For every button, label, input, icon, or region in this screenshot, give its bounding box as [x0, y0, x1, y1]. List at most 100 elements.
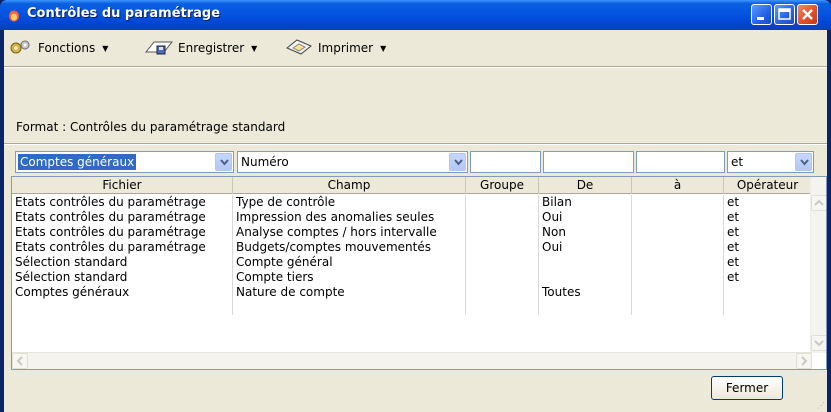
cell-a[interactable]	[632, 210, 724, 225]
cell-de[interactable]: Oui	[539, 240, 632, 255]
champ-select[interactable]: Numéro	[237, 151, 468, 173]
cell-a[interactable]	[632, 270, 724, 285]
header-champ[interactable]: Champ	[233, 177, 466, 194]
table-row[interactable]: Etats contrôles du paramétrage Type de co…	[12, 195, 812, 210]
header-de[interactable]: De	[539, 177, 632, 194]
de-input[interactable]	[543, 151, 634, 173]
cell-champ[interactable]: Analyse comptes / hors intervalle	[233, 225, 466, 240]
scroll-left-button[interactable]	[12, 353, 28, 369]
table-row[interactable]: Comptes généraux Nature de compte Toutes	[12, 285, 812, 300]
title-bar[interactable]: Contrôles du paramétrage	[0, 0, 831, 30]
cell-fichier[interactable]: Etats contrôles du paramétrage	[12, 225, 233, 240]
imprimer-label: Imprimer	[318, 41, 374, 55]
cell-champ[interactable]: Compte tiers	[233, 270, 466, 285]
cell-groupe[interactable]	[466, 255, 539, 270]
cell-a[interactable]	[632, 195, 724, 210]
header-a[interactable]: à	[632, 177, 724, 194]
cell-operateur[interactable]	[724, 300, 812, 315]
cell-operateur[interactable]: et	[724, 210, 812, 225]
cell-fichier[interactable]: Comptes généraux	[12, 285, 233, 300]
cell-champ[interactable]: Compte général	[233, 255, 466, 270]
cell-fichier[interactable]: Sélection standard	[12, 270, 233, 285]
fonctions-menu[interactable]: Fonctions ▼	[8, 39, 108, 57]
fichier-select[interactable]: Comptes généraux	[15, 151, 234, 173]
cell-de[interactable]	[539, 270, 632, 285]
cell-de[interactable]: Oui	[539, 210, 632, 225]
fermer-button[interactable]: Fermer	[711, 376, 783, 400]
cell-groupe[interactable]	[466, 300, 539, 315]
scroll-right-button[interactable]	[796, 353, 812, 369]
groupe-input[interactable]	[470, 151, 541, 173]
a-input[interactable]	[636, 151, 725, 173]
cell-fichier[interactable]: Etats contrôles du paramétrage	[12, 210, 233, 225]
header-fichier[interactable]: Fichier	[12, 177, 233, 194]
cell-fichier[interactable]: Etats contrôles du paramétrage	[12, 240, 233, 255]
chevron-down-icon[interactable]	[449, 153, 466, 171]
cell-fichier[interactable]	[12, 300, 233, 315]
cell-a[interactable]	[632, 285, 724, 300]
vertical-scrollbar[interactable]	[810, 177, 826, 353]
cell-champ[interactable]: Nature de compte	[233, 285, 466, 300]
chevron-left-icon	[16, 356, 23, 366]
cell-groupe[interactable]	[466, 195, 539, 210]
cell-operateur[interactable]: et	[724, 270, 812, 285]
cell-groupe[interactable]	[466, 225, 539, 240]
cell-groupe[interactable]	[466, 240, 539, 255]
minimize-button[interactable]	[751, 4, 772, 25]
cell-champ[interactable]: Budgets/comptes mouvementés	[233, 240, 466, 255]
cell-a[interactable]	[632, 255, 724, 270]
cell-champ[interactable]: Impression des anomalies seules	[233, 210, 466, 225]
header-operateur[interactable]: Opérateur	[724, 177, 812, 194]
table-row[interactable]	[12, 300, 812, 315]
chevron-down-icon[interactable]	[795, 153, 812, 171]
cell-champ[interactable]	[233, 300, 466, 315]
print-icon	[284, 38, 314, 59]
cell-a[interactable]	[632, 300, 724, 315]
cell-fichier[interactable]: Sélection standard	[12, 255, 233, 270]
enregistrer-menu[interactable]: Enregistrer ▼	[144, 39, 257, 57]
cell-de[interactable]: Toutes	[539, 285, 632, 300]
app-flame-icon	[7, 8, 21, 22]
chevron-down-icon	[814, 340, 824, 347]
cell-operateur[interactable]: et	[724, 195, 812, 210]
format-label: Format : Contrôles du paramétrage standa…	[16, 120, 286, 134]
table-row[interactable]: Sélection standard Compte général et	[12, 255, 812, 270]
header-groupe[interactable]: Groupe	[466, 177, 539, 194]
cell-operateur[interactable]: et	[724, 255, 812, 270]
scroll-down-button[interactable]	[811, 335, 826, 351]
cell-a[interactable]	[632, 240, 724, 255]
cell-de[interactable]	[539, 300, 632, 315]
cell-de[interactable]: Non	[539, 225, 632, 240]
cell-champ[interactable]: Type de contrôle	[233, 195, 466, 210]
save-folder-icon	[144, 38, 174, 59]
cell-groupe[interactable]	[466, 285, 539, 300]
chevron-down-icon[interactable]	[215, 153, 232, 171]
cell-groupe[interactable]	[466, 270, 539, 285]
table-row[interactable]: Etats contrôles du paramétrage Budgets/co…	[12, 240, 812, 255]
cell-de[interactable]	[539, 255, 632, 270]
cell-de[interactable]: Bilan	[539, 195, 632, 210]
cell-groupe[interactable]	[466, 210, 539, 225]
table-row[interactable]: Sélection standard Compte tiers et	[12, 270, 812, 285]
scroll-up-button[interactable]	[811, 195, 826, 211]
cell-fichier[interactable]: Etats contrôles du paramétrage	[12, 195, 233, 210]
maximize-button[interactable]	[774, 4, 795, 25]
horizontal-scrollbar[interactable]	[12, 352, 812, 369]
gears-icon	[8, 39, 34, 58]
cell-operateur[interactable]	[724, 285, 812, 300]
client-area: Fonctions ▼ Enregistrer ▼ Imprimer ▼ For…	[4, 30, 827, 412]
close-button[interactable]	[797, 4, 818, 25]
resize-grip-icon[interactable]: ⋰	[817, 401, 825, 410]
window: Contrôles du paramétrage Fonctions ▼ Enr…	[0, 0, 831, 412]
fichier-select-value: Comptes généraux	[18, 154, 137, 170]
divider	[4, 67, 827, 68]
toolbar: Fonctions ▼ Enregistrer ▼ Imprimer ▼	[4, 30, 827, 64]
cell-operateur[interactable]: et	[724, 240, 812, 255]
settings-grid[interactable]: Fichier Champ Groupe De à Opérateur Etat…	[11, 176, 827, 370]
operateur-select[interactable]: et	[727, 151, 814, 173]
imprimer-menu[interactable]: Imprimer ▼	[284, 38, 386, 59]
cell-a[interactable]	[632, 225, 724, 240]
table-row[interactable]: Etats contrôles du paramétrage Impression…	[12, 210, 812, 225]
cell-operateur[interactable]: et	[724, 225, 812, 240]
table-row[interactable]: Etats contrôles du paramétrage Analyse co…	[12, 225, 812, 240]
